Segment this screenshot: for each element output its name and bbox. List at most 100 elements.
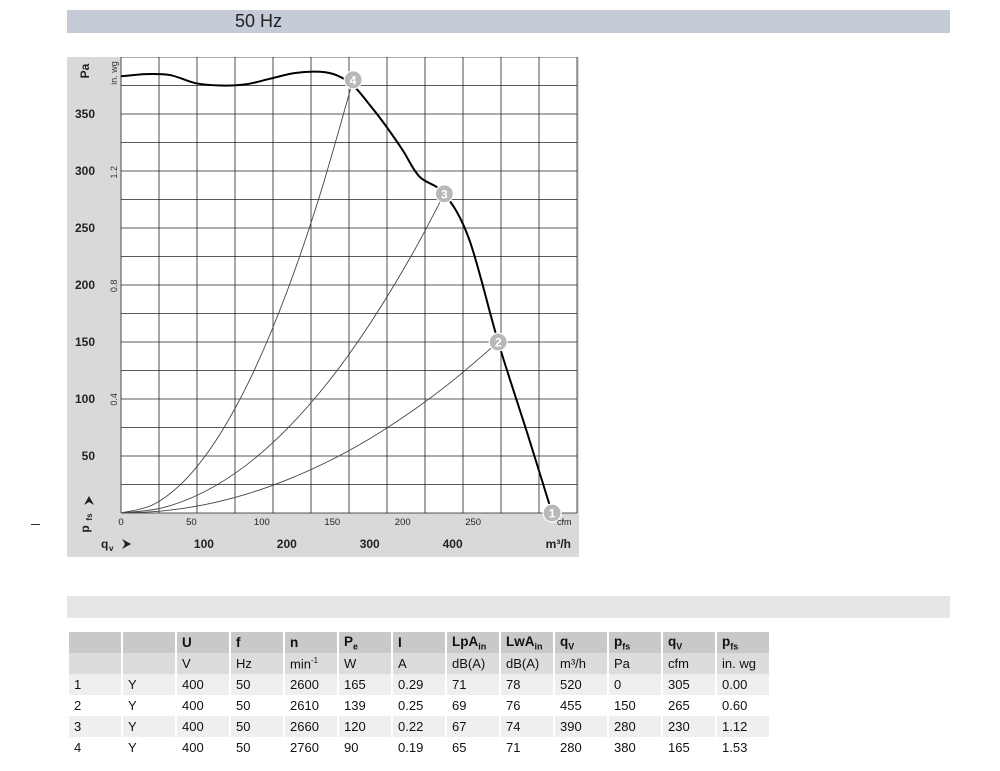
table-unit-cell: Pa — [609, 653, 661, 674]
table-cell: 305 — [663, 674, 715, 695]
table-cell: 1 — [69, 674, 121, 695]
table-row: 3 Y 400 50 2660 120 0.22 67 74 390 280 230 1.12 — [69, 716, 769, 737]
x-unit-m3h: m³/h — [546, 537, 571, 551]
table-header-row: Uf n Pe I LpAin LwAin qV pfs qV pfs — [69, 632, 769, 653]
header-subscript: in — [534, 641, 543, 652]
table-cell: 520 — [555, 674, 607, 695]
table-cell: 50 — [231, 737, 283, 758]
dash-mark — [31, 524, 40, 525]
header-symbol: P — [344, 633, 354, 649]
table-cell: 0.19 — [393, 737, 445, 758]
table-header-cell: I — [393, 632, 445, 653]
y-unit-pa: Pa — [78, 63, 92, 78]
table-unit-cell: in. wg — [717, 653, 769, 674]
header-symbol: f — [236, 635, 241, 650]
table-unit-cell: Hz — [231, 653, 283, 674]
table-header-cell: f — [231, 632, 283, 653]
table-unit-cell: dB(A) — [447, 653, 499, 674]
table-row: 4 Y 400 50 2760 90 0.19 65 71 280 380 165 1.53 — [69, 737, 769, 758]
y-unit-inwg: in. wg — [109, 61, 119, 85]
header-subscript: fs — [730, 641, 739, 652]
y-tick-inwg: 0.4 — [109, 393, 119, 406]
table-cell: 50 — [231, 674, 283, 695]
table-cell: 0.25 — [393, 695, 445, 716]
table-cell: 50 — [231, 695, 283, 716]
table-cell: 50 — [231, 716, 283, 737]
table-cell: 71 — [501, 737, 553, 758]
x-tick-m3h: 400 — [443, 537, 463, 551]
x-tick-m3h: 300 — [360, 537, 380, 551]
unit-text: min — [290, 656, 311, 672]
header-subscript: in — [478, 641, 487, 652]
table-row: 1 Y 400 50 2600 165 0.29 71 78 520 0 305 0.00 — [69, 674, 769, 695]
table-header-cell: qV — [663, 632, 715, 653]
table-cell: 65 — [447, 737, 499, 758]
table-cell: 90 — [339, 737, 391, 758]
y-tick-pa: 150 — [75, 335, 95, 349]
table-header-cell: LwAin — [501, 632, 553, 653]
table-cell: 4 — [69, 737, 121, 758]
table-cell: 455 — [555, 695, 607, 716]
table-cell: 380 — [609, 737, 661, 758]
x-tick-m3h: 200 — [277, 537, 297, 551]
unit-superscript: -1 — [310, 655, 319, 665]
x-axis-label: q — [101, 537, 108, 551]
table-cell: 139 — [339, 695, 391, 716]
operating-point-label: 3 — [441, 187, 448, 201]
y-axis-label-sub: fs — [85, 513, 94, 521]
table-cell: 400 — [177, 695, 229, 716]
table-cell: 2660 — [285, 716, 337, 737]
table-cell: 230 — [663, 716, 715, 737]
table-cell: 76 — [501, 695, 553, 716]
table-cell: 2610 — [285, 695, 337, 716]
x-axis-label-sub: v — [109, 544, 114, 553]
header-symbol: I — [398, 635, 402, 650]
y-tick-pa: 250 — [75, 221, 95, 235]
table-header-cell: qV — [555, 632, 607, 653]
x-tick-cfm: 100 — [254, 517, 270, 528]
table-cell: 2600 — [285, 674, 337, 695]
header-symbol: q — [668, 633, 677, 649]
table-cell: 69 — [447, 695, 499, 716]
table-cell: 150 — [609, 695, 661, 716]
table-header-cell: LpAin — [447, 632, 499, 653]
table-cell: 0.00 — [717, 674, 769, 695]
performance-table: Uf n Pe I LpAin LwAin qV pfs qV pfs V Hz min-1 W AdB(A… — [67, 632, 771, 758]
table-unit-cell: min-1 — [285, 653, 337, 674]
y-tick-inwg: 1.2 — [109, 166, 119, 179]
table-header-cell: Pe — [339, 632, 391, 653]
table-cell: 3 — [69, 716, 121, 737]
table-header-cell: n — [285, 632, 337, 653]
table-cell: 0.60 — [717, 695, 769, 716]
table-cell: 390 — [555, 716, 607, 737]
table-unit-cell — [123, 653, 175, 674]
table-cell: 0 — [609, 674, 661, 695]
table-header-cell: U — [177, 632, 229, 653]
x-tick-cfm: 250 — [465, 517, 481, 528]
header-subscript: V — [568, 641, 575, 652]
unit-text: Pa — [614, 656, 630, 671]
unit-text: V — [182, 656, 191, 671]
unit-text: m³/h — [560, 656, 586, 671]
y-tick-inwg: 0.8 — [109, 280, 119, 293]
table-unit-cell: V — [177, 653, 229, 674]
unit-text: A — [398, 656, 407, 671]
table-cell: 74 — [501, 716, 553, 737]
x-tick-cfm: 0 — [118, 517, 123, 528]
operating-point-label: 2 — [495, 336, 502, 350]
unit-text: dB(A) — [452, 656, 486, 671]
unit-text: Hz — [236, 656, 252, 671]
y-tick-pa: 300 — [75, 164, 95, 178]
table-header-cell — [69, 632, 121, 653]
x-tick-m3h: 100 — [194, 537, 214, 551]
table-cell: 400 — [177, 716, 229, 737]
table-cell: Y — [123, 737, 175, 758]
table-unit-cell: A — [393, 653, 445, 674]
table-row: 2 Y 400 50 2610 139 0.25 69 76 455 150 265 0.60 — [69, 695, 769, 716]
table-cell: Y — [123, 716, 175, 737]
table-header-cell: pfs — [609, 632, 661, 653]
unit-text: in. wg — [722, 656, 756, 671]
y-tick-pa: 350 — [75, 107, 95, 121]
operating-point-label: 1 — [549, 507, 556, 521]
y-tick-pa: 50 — [82, 449, 96, 463]
